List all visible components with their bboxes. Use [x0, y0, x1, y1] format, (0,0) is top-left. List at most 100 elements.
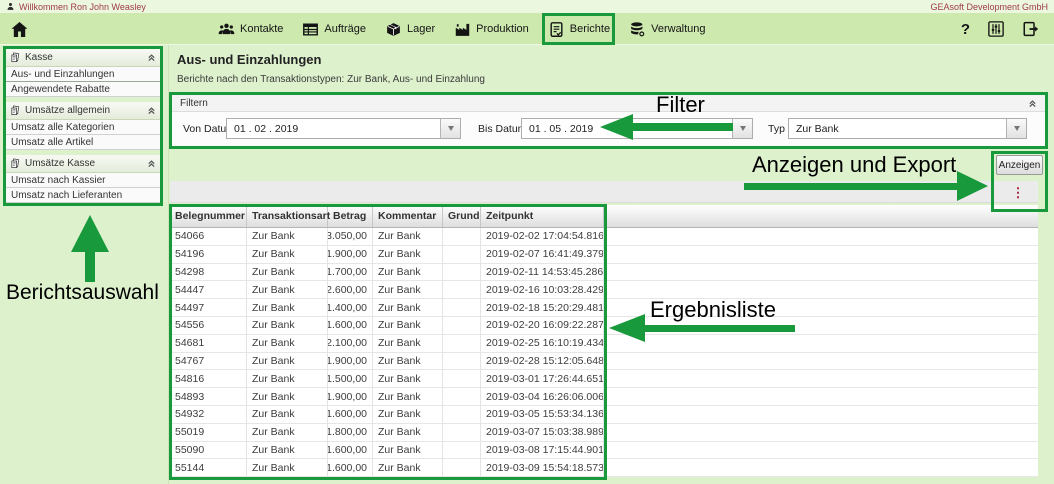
column-header-belegnummer[interactable]: Belegnummer [170, 205, 247, 227]
column-header-kommentar[interactable]: Kommentar [373, 205, 443, 227]
annotation-arrow-shaft [744, 183, 959, 190]
typ-select[interactable]: Zur Bank [788, 118, 1027, 139]
nav-item-lager[interactable]: Lager [385, 21, 435, 38]
column-header-grund[interactable]: Grund [443, 205, 481, 227]
sidebar-group-ums-tze-allgemein[interactable]: Umsätze allgemein [6, 102, 160, 120]
nav-item-auftr-ge[interactable]: Aufträge [302, 21, 366, 38]
app-window: Willkommen Ron John Weasley GEAsoft Deve… [0, 0, 1054, 484]
cell-belegnummer: 55144 [170, 459, 247, 476]
cell-filler [604, 246, 1038, 263]
cell-grund [443, 317, 481, 334]
cell-betrag: 1.600,00 [328, 406, 373, 423]
export-menu-icon[interactable]: ⋮ [1010, 183, 1026, 202]
cell-betrag: 1.600,00 [328, 459, 373, 476]
home-button[interactable] [10, 20, 29, 39]
cell-kommentar: Zur Bank [373, 370, 443, 387]
cell-zeitpunkt: 2019-03-08 17:15:44.901 [481, 442, 604, 459]
column-header-zeitpunkt[interactable]: Zeitpunkt [481, 205, 604, 227]
page-title: Aus- und Einzahlungen [177, 52, 321, 67]
table-row[interactable]: 54893Zur Bank1.900,00Zur Bank2019-03-04 … [170, 388, 1038, 406]
annotation-arrow-shaft [631, 123, 733, 131]
cell-belegnummer: 54767 [170, 353, 247, 370]
cell-kommentar: Zur Bank [373, 281, 443, 298]
cell-belegnummer: 54298 [170, 264, 247, 281]
nav-item-label: Kontakte [240, 23, 283, 35]
column-header-transaktionsart[interactable]: Transaktionsart [247, 205, 328, 227]
cell-zeitpunkt: 2019-02-16 10:03:28.429 [481, 281, 604, 298]
typ-dropdown-button[interactable] [1006, 119, 1026, 138]
cell-zeitpunkt: 2019-02-07 16:41:49.379 [481, 246, 604, 263]
table-row[interactable]: 54066Zur Bank3.050,00Zur Bank2019-02-02 … [170, 228, 1038, 246]
factory-icon [454, 21, 471, 38]
table-row[interactable]: 54767Zur Bank1.900,00Zur Bank2019-02-28 … [170, 353, 1038, 371]
von-datum-input[interactable]: 01 . 02 . 2019 [226, 118, 461, 139]
sidebar-item-aus-und-einzahlungen[interactable]: Aus- und Einzahlungen [6, 67, 160, 82]
cell-filler [604, 353, 1038, 370]
sidebar-item-umsatz-nach-kassier[interactable]: Umsatz nach Kassier [6, 173, 160, 188]
cell-belegnummer: 54932 [170, 406, 247, 423]
cell-zeitpunkt: 2019-02-25 16:10:19.434 [481, 335, 604, 352]
chevron-double-up-icon [147, 53, 156, 62]
cell-grund [443, 264, 481, 281]
cell-kommentar: Zur Bank [373, 246, 443, 263]
table-row[interactable]: 54681Zur Bank2.100,00Zur Bank2019-02-25 … [170, 335, 1038, 353]
nav-item-berichte[interactable]: Berichte [548, 21, 610, 38]
anzeigen-button[interactable]: Anzeigen [996, 155, 1043, 175]
report-stack-icon [10, 52, 21, 63]
table-row[interactable]: 54932Zur Bank1.600,00Zur Bank2019-03-05 … [170, 406, 1038, 424]
cell-betrag: 1.900,00 [328, 388, 373, 405]
annotation-arrow-up-icon [71, 215, 109, 252]
results-table: BelegnummerTransaktionsartBetragKommenta… [170, 205, 1038, 477]
table-row[interactable]: 54556Zur Bank1.600,00Zur Bank2019-02-20 … [170, 317, 1038, 335]
cell-filler [604, 442, 1038, 459]
person-icon [6, 2, 15, 11]
annotation-arrow-left-icon [609, 314, 645, 342]
von-datum-dropdown-button[interactable] [440, 119, 460, 138]
table-row[interactable]: 55019Zur Bank1.800,00Zur Bank2019-03-07 … [170, 424, 1038, 442]
cell-zeitpunkt: 2019-03-01 17:26:44.651 [481, 370, 604, 387]
nav-item-produktion[interactable]: Produktion [454, 21, 529, 38]
table-row[interactable]: 55144Zur Bank1.600,00Zur Bank2019-03-09 … [170, 459, 1038, 477]
main-navbar: Kontakte Aufträge Lager Produktion Berichte V… [0, 13, 1054, 45]
sidebar-item-angewendete-rabatte[interactable]: Angewendete Rabatte [6, 82, 160, 97]
column-header-betrag[interactable]: Betrag [328, 205, 373, 227]
nav-item-kontakte[interactable]: Kontakte [218, 21, 283, 38]
sidebar-item-umsatz-alle-artikel[interactable]: Umsatz alle Artikel [6, 135, 160, 150]
table-row[interactable]: 54298Zur Bank1.700,00Zur Bank2019-02-11 … [170, 264, 1038, 282]
table-row[interactable]: 54816Zur Bank1.500,00Zur Bank2019-03-01 … [170, 370, 1038, 388]
orders-icon [302, 21, 319, 38]
sidebar-item-umsatz-nach-lieferanten[interactable]: Umsatz nach Lieferanten [6, 188, 160, 203]
annotation-arrow-shaft [643, 325, 795, 332]
cell-kommentar: Zur Bank [373, 228, 443, 245]
cell-transaktionsart: Zur Bank [247, 353, 328, 370]
cell-kommentar: Zur Bank [373, 335, 443, 352]
cell-betrag: 2.100,00 [328, 335, 373, 352]
bis-datum-dropdown-button[interactable] [732, 119, 752, 138]
cell-belegnummer: 55019 [170, 424, 247, 441]
sidebar-group-ums-tze-kasse[interactable]: Umsätze Kasse [6, 155, 160, 173]
help-button[interactable]: ? [961, 21, 970, 38]
table-row[interactable]: 54196Zur Bank1.900,00Zur Bank2019-02-07 … [170, 246, 1038, 264]
collapse-chevron-icon[interactable] [1028, 99, 1037, 108]
nav-item-verwaltung[interactable]: Verwaltung [629, 21, 705, 38]
cell-belegnummer: 54447 [170, 281, 247, 298]
sidebar-item-umsatz-alle-kategorien[interactable]: Umsatz alle Kategorien [6, 120, 160, 135]
cell-transaktionsart: Zur Bank [247, 335, 328, 352]
cell-kommentar: Zur Bank [373, 317, 443, 334]
table-row[interactable]: 55090Zur Bank1.600,00Zur Bank2019-03-08 … [170, 442, 1038, 460]
logout-icon[interactable] [1022, 20, 1040, 38]
cell-belegnummer: 54066 [170, 228, 247, 245]
cell-zeitpunkt: 2019-03-04 16:26:06.006 [481, 388, 604, 405]
cell-zeitpunkt: 2019-02-18 15:20:29.481 [481, 299, 604, 316]
sidebar-group-kasse[interactable]: Kasse [6, 49, 160, 67]
cell-transaktionsart: Zur Bank [247, 459, 328, 476]
cell-belegnummer: 54681 [170, 335, 247, 352]
annotation-berichtsauswahl-label: Berichtsauswahl [6, 281, 159, 305]
cell-grund [443, 353, 481, 370]
sliders-icon[interactable] [987, 20, 1005, 38]
table-row[interactable]: 54497Zur Bank1.400,00Zur Bank2019-02-18 … [170, 299, 1038, 317]
navbar-right: ? [961, 13, 1040, 45]
table-row[interactable]: 54447Zur Bank2.600,00Zur Bank2019-02-16 … [170, 281, 1038, 299]
database-gear-icon [629, 21, 646, 38]
cell-transaktionsart: Zur Bank [247, 228, 328, 245]
